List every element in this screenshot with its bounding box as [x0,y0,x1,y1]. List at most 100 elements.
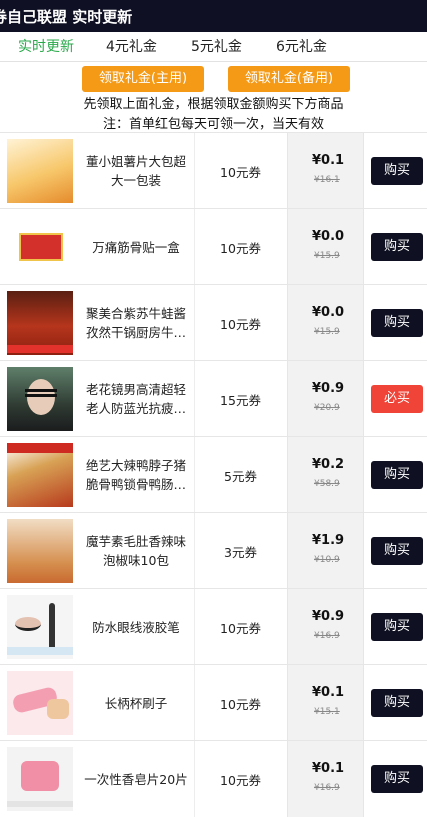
product-name[interactable]: 防水眼线液胶笔 [78,589,194,665]
bone-patch-image [7,215,73,279]
buy-cell: 购买 [363,665,427,741]
original-price: ¥10.9 [314,555,340,565]
product-row[interactable]: 绝艺大辣鸭脖子猪脆骨鸭锁骨鸭肠鸭翅… 5元券 ¥0.2 ¥58.9 购买 [0,436,427,513]
claim-coupon-main-button[interactable]: 领取礼金(主用) [82,66,204,92]
price-cell: ¥0.1 ¥16.9 [287,741,363,817]
coupon-value: 15元券 [194,361,286,437]
product-row[interactable]: 长柄杯刷子 10元券 ¥0.1 ¥15.1 购买 [0,664,427,741]
coupon-value: 3元券 [194,513,286,589]
final-price: ¥0.1 [312,761,345,776]
buy-button[interactable]: 购买 [371,309,423,337]
price-cell: ¥0.1 ¥16.1 [287,133,363,209]
final-price: ¥0.2 [312,457,345,472]
product-image[interactable] [7,291,73,355]
app-title-bar: 券自己联盟 实时更新 [0,0,427,32]
product-row[interactable]: 防水眼线液胶笔 10元券 ¥0.9 ¥16.9 购买 [0,588,427,665]
product-row[interactable]: 董小姐薯片大包超大一包装 10元券 ¥0.1 ¥16.1 购买 [0,132,427,209]
product-image[interactable] [7,595,73,659]
original-price: ¥15.9 [314,251,340,261]
price-cell: ¥0.9 ¥16.9 [287,589,363,665]
buy-cell: 购买 [363,285,427,361]
price-cell: ¥0.2 ¥58.9 [287,437,363,513]
price-cell: ¥0.0 ¥15.9 [287,209,363,285]
coupon-value: 10元券 [194,133,286,209]
original-price: ¥15.1 [314,707,340,717]
product-list: 董小姐薯片大包超大一包装 10元券 ¥0.1 ¥16.1 购买 万痛筋骨贴一盒 … [0,132,427,817]
tab-bar: 实时更新 4元礼金 5元礼金 6元礼金 [0,32,427,62]
buy-cell: 购买 [363,133,427,209]
original-price: ¥16.1 [314,175,340,185]
original-price: ¥15.9 [314,327,340,337]
price-cell: ¥1.9 ¥10.9 [287,513,363,589]
tab-5yuan[interactable]: 5元礼金 [191,32,242,62]
product-name[interactable]: 魔芋素毛肚香辣味泡椒味10包 [78,513,194,589]
reading-glasses-image [7,367,73,431]
coupon-value: 5元券 [194,437,286,513]
product-image[interactable] [7,139,73,203]
buy-cell: 必买 [363,361,427,437]
product-name[interactable]: 万痛筋骨贴一盒 [78,209,194,285]
price-cell: ¥0.9 ¥20.9 [287,361,363,437]
product-name[interactable]: 聚美合紫苏牛蛙酱孜然干锅厨房牛蛙来哒… [78,285,194,361]
tab-4yuan[interactable]: 4元礼金 [106,32,157,62]
final-price: ¥1.9 [312,533,345,548]
product-image[interactable] [7,215,73,279]
claim-coupon-backup-button[interactable]: 领取礼金(备用) [228,66,350,92]
buy-button[interactable]: 购买 [371,461,423,489]
original-price: ¥20.9 [314,403,340,413]
product-name[interactable]: 绝艺大辣鸭脖子猪脆骨鸭锁骨鸭肠鸭翅… [78,437,194,513]
final-price: ¥0.9 [312,381,345,396]
product-image[interactable] [7,671,73,735]
buy-cell: 购买 [363,437,427,513]
original-price: ¥58.9 [314,479,340,489]
buy-cell: 购买 [363,513,427,589]
buy-button[interactable]: 购买 [371,765,423,793]
original-price: ¥16.9 [314,783,340,793]
bullfrog-sauce-image [7,291,73,355]
buy-button[interactable]: 购买 [371,537,423,565]
price-cell: ¥0.0 ¥15.9 [287,285,363,361]
product-image[interactable] [7,519,73,583]
product-name[interactable]: 一次性香皂片20片 [78,741,194,817]
cup-brush-image [7,671,73,735]
buy-cell: 购买 [363,209,427,285]
notice-text: 注：首单红包每天可领一次，当天有效 [102,117,324,132]
final-price: ¥0.1 [312,153,345,168]
tab-realtime[interactable]: 实时更新 [18,32,74,62]
must-buy-button[interactable]: 必买 [371,385,423,413]
buy-button[interactable]: 购买 [371,157,423,185]
app-title: 券自己联盟 实时更新 [0,8,133,26]
final-price: ¥0.0 [312,305,345,320]
product-name[interactable]: 长柄杯刷子 [78,665,194,741]
eyeliner-image [7,595,73,659]
product-row[interactable]: 聚美合紫苏牛蛙酱孜然干锅厨房牛蛙来哒… 10元券 ¥0.0 ¥15.9 购买 [0,284,427,361]
product-image[interactable] [7,443,73,507]
product-name[interactable]: 老花镜男高清超轻老人防蓝光抗疲劳老… [78,361,194,437]
final-price: ¥0.0 [312,229,345,244]
original-price: ¥16.9 [314,631,340,641]
product-image[interactable] [7,747,73,811]
final-price: ¥0.9 [312,609,345,624]
product-name[interactable]: 董小姐薯片大包超大一包装 [78,133,194,209]
product-row[interactable]: 一次性香皂片20片 10元券 ¥0.1 ¥16.9 购买 [0,740,427,817]
coupon-value: 10元券 [194,209,286,285]
price-cell: ¥0.1 ¥15.1 [287,665,363,741]
coupon-value: 10元券 [194,665,286,741]
konjac-snack-image [7,519,73,583]
coupon-value: 10元券 [194,589,286,665]
final-price: ¥0.1 [312,685,345,700]
product-row[interactable]: 万痛筋骨贴一盒 10元券 ¥0.0 ¥15.9 购买 [0,208,427,285]
tab-6yuan[interactable]: 6元礼金 [276,32,327,62]
coupon-button-row: 领取礼金(主用) 领取礼金(备用) [0,66,427,92]
product-image[interactable] [7,367,73,431]
coupon-value: 10元券 [194,741,286,817]
product-row[interactable]: 魔芋素毛肚香辣味泡椒味10包 3元券 ¥1.9 ¥10.9 购买 [0,512,427,589]
instruction-text: 先领取上面礼金，根据领取金额购买下方商品 [83,97,344,112]
product-row[interactable]: 老花镜男高清超轻老人防蓝光抗疲劳老… 15元券 ¥0.9 ¥20.9 必买 [0,360,427,437]
buy-button[interactable]: 购买 [371,689,423,717]
buy-button[interactable]: 购买 [371,233,423,261]
soap-sheets-image [7,747,73,811]
spicy-duck-image [7,443,73,507]
buy-button[interactable]: 购买 [371,613,423,641]
buy-cell: 购买 [363,589,427,665]
